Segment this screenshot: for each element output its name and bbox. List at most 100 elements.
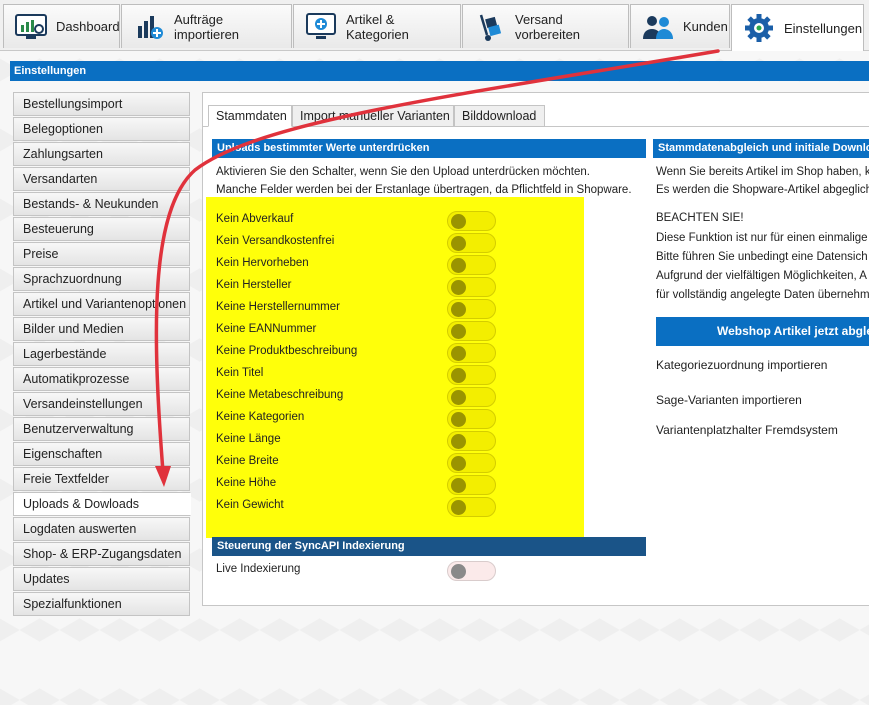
uploads-section-header: Uploads bestimmter Werte unterdrücken: [212, 139, 646, 158]
toggle-knob: [451, 434, 466, 449]
toggle-switch[interactable]: [447, 343, 496, 363]
toggle-label: Keine Herstellernummer: [216, 301, 340, 313]
toggle-label: Kein Abverkauf: [216, 213, 294, 225]
live-indexierung-label: Live Indexierung: [216, 563, 301, 575]
toggle-label: Keine Metabeschreibung: [216, 389, 344, 401]
toggle-switch[interactable]: [447, 497, 496, 517]
tab-bilddownload[interactable]: Bilddownload: [454, 105, 545, 127]
toggle-label: Kein Hervorheben: [216, 257, 309, 269]
tab-einstellungen-label: Einstellungen: [784, 20, 863, 36]
uploads-intro-line1: Aktivieren Sie den Schalter, wenn Sie de…: [216, 166, 590, 178]
sidebar-item-bilder-medien[interactable]: Bilder und Medien: [13, 317, 190, 341]
sidebar-item-updates[interactable]: Updates: [13, 567, 190, 591]
import-orders-icon: [138, 15, 163, 39]
toggle-label: Keine Kategorien: [216, 411, 305, 423]
toggle-switch[interactable]: [447, 475, 496, 495]
tab-versand-vorbereiten[interactable]: Versand vorbereiten: [462, 4, 629, 48]
toggle-knob: [451, 236, 466, 251]
sidebar-item-zugangsdaten[interactable]: Shop- & ERP-Zugangsdaten: [13, 542, 190, 566]
top-navigation: Dashboard Aufträge importieren Artikel &…: [0, 0, 869, 51]
sidebar-item-logdaten[interactable]: Logdaten auswerten: [13, 517, 190, 541]
tab-versand-label: Versand vorbereiten: [515, 11, 581, 42]
toggle-knob: [451, 280, 466, 295]
sidebar-item-artikel-variantenoptionen[interactable]: Artikel und Variantenoptionen: [13, 292, 190, 316]
toggle-label: Keine Breite: [216, 455, 279, 467]
kategoriezuordnung-link[interactable]: Kategoriezuordnung importieren: [656, 358, 827, 372]
toggle-label: Kein Gewicht: [216, 499, 284, 511]
toggle-switch[interactable]: [447, 387, 496, 407]
sidebar-item-versandeinstellungen[interactable]: Versandeinstellungen: [13, 392, 190, 416]
live-indexierung-toggle[interactable]: [447, 561, 496, 581]
toggle-label: Kein Hersteller: [216, 279, 292, 291]
articles-icon: [306, 12, 336, 39]
tab-auftraege-importieren[interactable]: Aufträge importieren: [121, 4, 292, 48]
webshop-abgleich-button[interactable]: Webshop Artikel jetzt abgleich: [656, 317, 869, 346]
toggle-knob: [451, 478, 466, 493]
sidebar-item-belegoptionen[interactable]: Belegoptionen: [13, 117, 190, 141]
toggle-switch[interactable]: [447, 365, 496, 385]
settings-sidebar: Bestellungsimport Belegoptionen Zahlungs…: [13, 92, 191, 617]
sidebar-item-versandarten[interactable]: Versandarten: [13, 167, 190, 191]
toggle-knob: [451, 564, 466, 579]
sage-varianten-link[interactable]: Sage-Varianten importieren: [656, 393, 802, 407]
toggle-knob: [451, 412, 466, 427]
toggle-knob: [451, 346, 466, 361]
sidebar-item-uploads-downloads[interactable]: Uploads & Dowloads: [13, 492, 191, 516]
shipping-icon: [479, 14, 502, 41]
abgleich-line2: Es werden die Shopware-Artikel abgeglich: [656, 184, 869, 196]
sidebar-item-spezialfunktionen[interactable]: Spezialfunktionen: [13, 592, 190, 616]
toggle-knob: [451, 500, 466, 515]
tab-stammdaten[interactable]: Stammdaten: [208, 105, 292, 127]
sidebar-item-sprachzuordnung[interactable]: Sprachzuordnung: [13, 267, 190, 291]
sidebar-item-zahlungsarten[interactable]: Zahlungsarten: [13, 142, 190, 166]
toggle-knob: [451, 456, 466, 471]
page-title: Einstellungen: [10, 61, 869, 81]
toggle-knob: [451, 258, 466, 273]
tab-import-manueller-varianten[interactable]: Import manueller Varianten: [292, 105, 454, 127]
toggle-switch[interactable]: [447, 453, 496, 473]
note-title: BEACHTEN SIE!: [656, 212, 744, 224]
note-line3: Aufgrund der vielfältigen Möglichkeiten,…: [656, 270, 867, 282]
toggle-switch[interactable]: [447, 431, 496, 451]
note-line1: Diese Funktion ist nur für einen einmali…: [656, 232, 868, 244]
syncapi-section-header: Steuerung der SyncAPI Indexierung: [212, 537, 646, 556]
sidebar-item-freie-textfelder[interactable]: Freie Textfelder: [13, 467, 190, 491]
tab-dashboard[interactable]: Dashboard: [3, 4, 120, 48]
toggle-switch[interactable]: [447, 211, 496, 231]
customers-icon: [643, 15, 673, 39]
tab-auftraege-label: Aufträge importieren: [174, 11, 240, 42]
sidebar-item-bestellungsimport[interactable]: Bestellungsimport: [13, 92, 190, 116]
dashboard-icon: [15, 13, 47, 39]
toggle-label: Keine Höhe: [216, 477, 277, 489]
sidebar-item-preise[interactable]: Preise: [13, 242, 190, 266]
tab-artikel-kategorien[interactable]: Artikel & Kategorien: [293, 4, 461, 48]
tab-kunden[interactable]: Kunden: [630, 4, 730, 48]
toggle-switch[interactable]: [447, 233, 496, 253]
sidebar-item-eigenschaften[interactable]: Eigenschaften: [13, 442, 190, 466]
toggle-label: Keine Produktbeschreibung: [216, 345, 358, 357]
toggle-knob: [451, 368, 466, 383]
tab-dashboard-label: Dashboard: [56, 19, 120, 34]
toggle-label: Kein Versandkostenfrei: [216, 235, 335, 247]
toggle-label: Kein Titel: [216, 367, 264, 379]
toggle-label: Keine EANNummer: [216, 323, 317, 335]
toggle-knob: [451, 390, 466, 405]
gear-icon: [745, 14, 773, 42]
sidebar-item-bestands-neukunden[interactable]: Bestands- & Neukunden: [13, 192, 190, 216]
abgleich-line1: Wenn Sie bereits Artikel im Shop haben, …: [656, 166, 869, 178]
sidebar-item-besteuerung[interactable]: Besteuerung: [13, 217, 190, 241]
uploads-intro-line2: Manche Felder werden bei der Erstanlage …: [216, 184, 632, 196]
variantenplatzhalter-link[interactable]: Variantenplatzhalter Fremdsystem: [656, 423, 838, 437]
sidebar-item-automatikprozesse[interactable]: Automatikprozesse: [13, 367, 190, 391]
tab-kunden-label: Kunden: [683, 19, 728, 34]
toggle-switch[interactable]: [447, 321, 496, 341]
sidebar-item-lagerbestaende[interactable]: Lagerbestände: [13, 342, 190, 366]
note-line4: für vollständig angelegte Daten übernehm: [656, 289, 869, 301]
toggle-switch[interactable]: [447, 255, 496, 275]
tab-einstellungen[interactable]: Einstellungen: [731, 4, 864, 51]
toggle-knob: [451, 324, 466, 339]
sidebar-item-benutzerverwaltung[interactable]: Benutzerverwaltung: [13, 417, 190, 441]
toggle-switch[interactable]: [447, 277, 496, 297]
toggle-switch[interactable]: [447, 409, 496, 429]
toggle-switch[interactable]: [447, 299, 496, 319]
